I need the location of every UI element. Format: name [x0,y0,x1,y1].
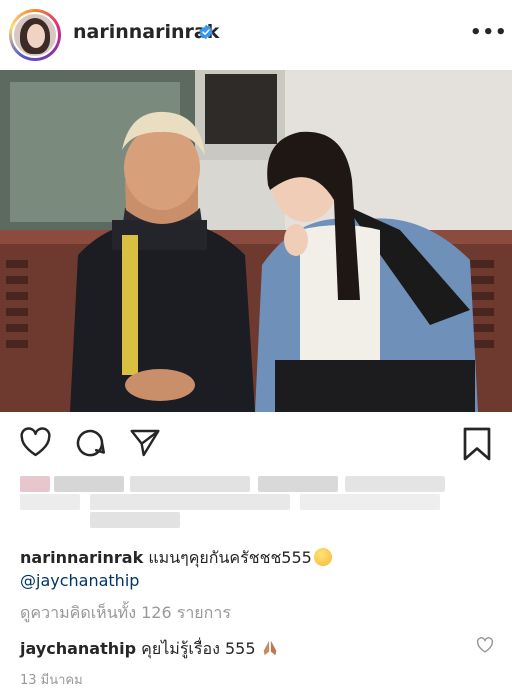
comment-text: คุยไม่รู้เรื่อง 555 [141,639,256,658]
comment-item: jaychanathip คุยไม่รู้เรื่อง 555 [20,636,279,662]
avatar[interactable] [9,9,61,61]
caption-mention[interactable]: @jaychanathip [20,571,139,590]
view-all-comments-link[interactable]: ดูความคิดเห็นทั้ง 126 รายการ [20,601,231,626]
comment-icon[interactable] [73,426,107,460]
post-caption: narinnarinrak แมนๆคุยกันครัชชช555 @jaych… [20,545,490,592]
caption-text: แมนๆคุยกันครัชชช555 [148,548,312,567]
post-image [0,70,512,412]
share-icon[interactable] [129,427,161,459]
post-timestamp: 13 มีนาคม [20,673,83,688]
verified-badge-icon [199,24,213,40]
likes-blurred-area [20,472,450,530]
action-bar [0,420,512,470]
comment-username[interactable]: jaychanathip [20,639,136,658]
avatar-photo [12,12,58,58]
post-photo[interactable] [0,70,512,412]
more-options-button[interactable]: ••• [470,22,508,43]
smirk-emoji-icon [313,548,332,566]
praying-hands-emoji-icon [263,640,276,656]
post-header: narinnarinrak ••• [0,0,512,70]
bookmark-icon[interactable] [462,426,492,462]
small-heart-icon[interactable] [476,637,494,653]
heart-icon[interactable] [19,427,52,457]
caption-username[interactable]: narinnarinrak [20,548,143,567]
